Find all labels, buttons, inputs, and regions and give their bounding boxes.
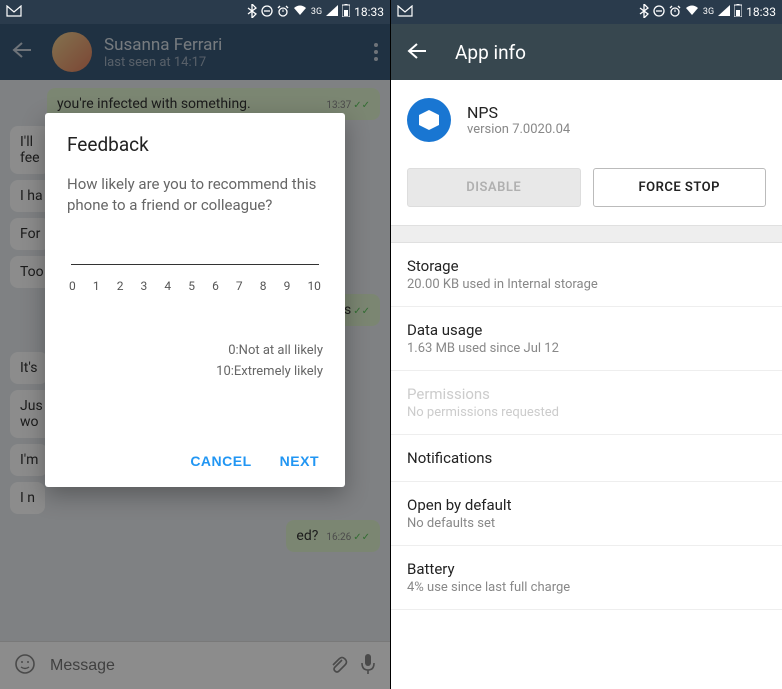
setting-open-by-default[interactable]: Open by default No defaults set <box>391 482 782 546</box>
wifi-icon <box>293 5 307 19</box>
signal-icon <box>718 5 730 19</box>
scale-legend: 0:Not at all likely 10:Extremely likely <box>67 341 323 383</box>
setting-notifications[interactable]: Notifications <box>391 435 782 482</box>
app-version: version 7.0020.04 <box>467 122 570 137</box>
appinfo-header: App info <box>391 24 782 80</box>
chat-screen: 3G 18:33 Susanna Ferrari last seen at 14… <box>0 0 391 689</box>
setting-data-usage[interactable]: Data usage 1.63 MB used since Jul 12 <box>391 307 782 371</box>
battery-icon <box>734 4 742 20</box>
setting-permissions: Permissions No permissions requested <box>391 371 782 435</box>
force-stop-button[interactable]: FORCE STOP <box>593 168 767 207</box>
page-title: App info <box>455 41 526 64</box>
divider <box>391 225 782 243</box>
dnd-icon <box>653 5 665 20</box>
bluetooth-icon <box>639 4 649 21</box>
wifi-icon <box>685 5 699 19</box>
appinfo-screen: 3G 18:33 App info NPS version 7.0020.04 <box>391 0 782 689</box>
signal-icon <box>326 5 338 19</box>
status-bar: 3G 18:33 <box>391 0 782 24</box>
app-icon <box>407 98 451 142</box>
setting-battery[interactable]: Battery 4% use since last full charge <box>391 546 782 610</box>
battery-icon <box>342 4 350 20</box>
alarm-icon <box>277 5 289 20</box>
dialog-title: Feedback <box>67 133 323 156</box>
clock-time: 18:33 <box>746 5 776 19</box>
bluetooth-icon <box>247 4 257 21</box>
mail-icon <box>397 5 413 20</box>
disable-button: DISABLE <box>407 168 581 207</box>
setting-storage[interactable]: Storage 20.00 KB used in Internal storag… <box>391 243 782 307</box>
status-bar: 3G 18:33 <box>0 0 390 24</box>
network-label: 3G <box>311 7 322 17</box>
cancel-button[interactable]: CANCEL <box>190 453 251 469</box>
back-icon[interactable] <box>407 41 427 64</box>
dialog-question: How likely are you to recommend this pho… <box>67 174 323 216</box>
app-header-row: NPS version 7.0020.04 <box>391 80 782 160</box>
network-label: 3G <box>703 7 714 17</box>
clock-time: 18:33 <box>354 5 384 19</box>
app-name: NPS <box>467 103 570 122</box>
alarm-icon <box>669 5 681 20</box>
mail-icon <box>6 5 22 20</box>
next-button[interactable]: NEXT <box>280 453 319 469</box>
nps-scale: 012345678910 <box>67 279 323 293</box>
nps-slider[interactable] <box>71 264 319 265</box>
feedback-dialog: Feedback How likely are you to recommend… <box>45 113 345 487</box>
dnd-icon <box>261 5 273 20</box>
